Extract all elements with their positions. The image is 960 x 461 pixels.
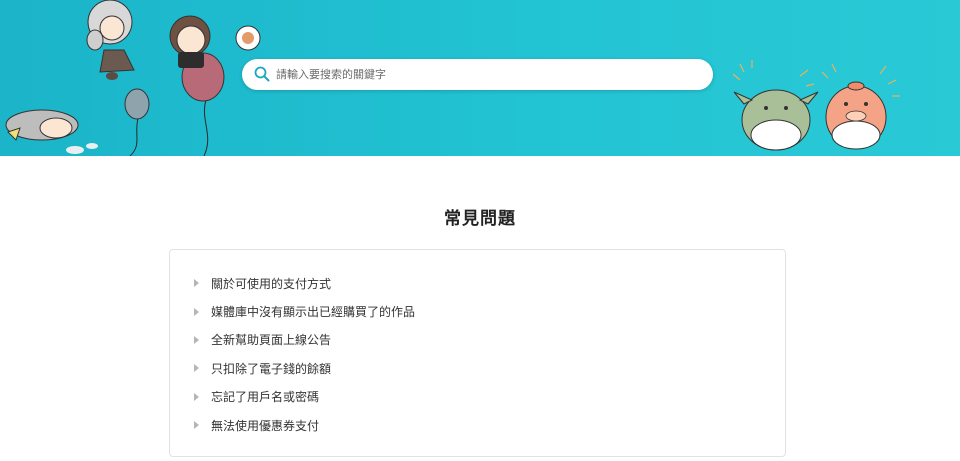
faq-item-label[interactable]: 關於可使用的支付方式 (211, 275, 331, 292)
faq-item-label[interactable]: 忘記了用戶名或密碼 (211, 388, 319, 405)
caret-right-icon (194, 364, 199, 373)
caret-right-icon (194, 307, 199, 316)
faq-list: 關於可使用的支付方式 媒體庫中沒有顯示出已經購買了的作品 全新幫助頁面上線公告 … (194, 269, 415, 439)
faq-item[interactable]: 只扣除了電子錢的餘額 (194, 354, 415, 382)
faq-panel: 關於可使用的支付方式 媒體庫中沒有顯示出已經購買了的作品 全新幫助頁面上線公告 … (169, 249, 786, 457)
faq-title: 常見問題 (444, 209, 516, 229)
caret-right-icon (194, 421, 199, 430)
faq-item[interactable]: 全新幫助頁面上線公告 (194, 326, 415, 354)
faq-item-label[interactable]: 無法使用優惠券支付 (211, 417, 319, 434)
header-banner (0, 0, 960, 156)
faq-item-label[interactable]: 媒體庫中沒有顯示出已經購買了的作品 (211, 303, 415, 320)
cheering-mascots-art (732, 60, 900, 151)
faq-item-label[interactable]: 只扣除了電子錢的餘額 (211, 360, 331, 377)
search-bar[interactable] (242, 59, 713, 90)
search-input[interactable] (276, 59, 696, 90)
caret-right-icon (194, 335, 199, 344)
faq-item[interactable]: 媒體庫中沒有顯示出已經購買了的作品 (194, 297, 415, 325)
caret-right-icon (194, 279, 199, 288)
faq-item[interactable]: 忘記了用戶名或密碼 (194, 383, 415, 411)
chibi-characters-with-balloons-art (5, 0, 261, 156)
faq-item[interactable]: 無法使用優惠券支付 (194, 411, 415, 439)
search-icon[interactable] (254, 66, 270, 82)
caret-right-icon (194, 392, 199, 401)
faq-item-label[interactable]: 全新幫助頁面上線公告 (211, 331, 331, 348)
faq-item[interactable]: 關於可使用的支付方式 (194, 269, 415, 297)
